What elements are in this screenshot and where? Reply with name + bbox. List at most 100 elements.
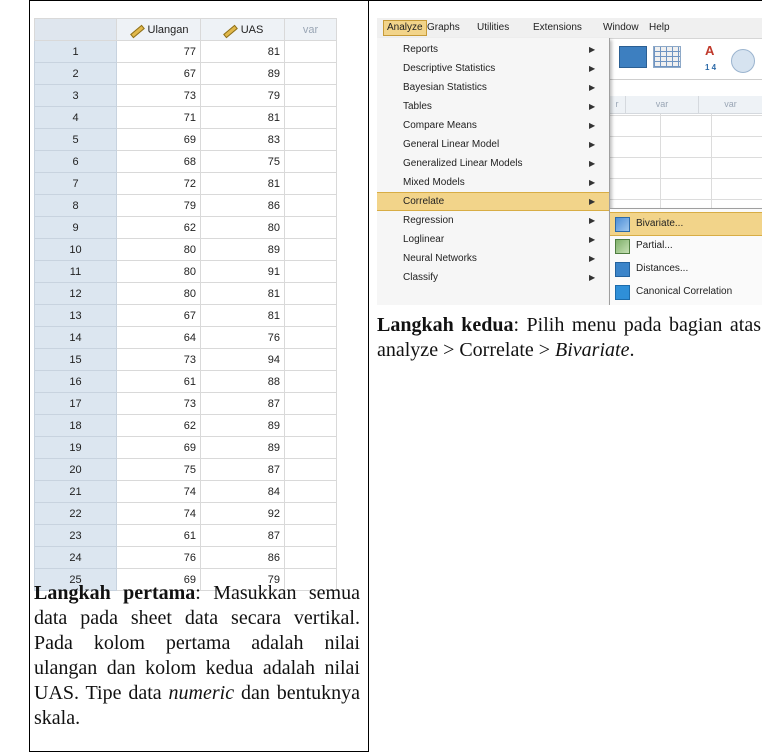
- ulangan-cell[interactable]: 77: [116, 40, 201, 63]
- menu-item-descriptive-statistics[interactable]: Descriptive Statistics ▶: [377, 59, 609, 78]
- ulangan-cell[interactable]: 62: [116, 216, 201, 239]
- uas-cell[interactable]: 89: [200, 238, 285, 261]
- ulangan-cell[interactable]: 73: [116, 392, 201, 415]
- menubar-window[interactable]: Window: [603, 22, 639, 33]
- row-number-cell[interactable]: 2: [34, 62, 117, 85]
- empty-var-cell[interactable]: [284, 326, 337, 349]
- submenu-item-bivariate[interactable]: Bivariate...: [610, 212, 762, 236]
- empty-var-cell[interactable]: [284, 304, 337, 327]
- row-number-cell[interactable]: 18: [34, 414, 117, 437]
- empty-var-cell[interactable]: [284, 260, 337, 283]
- empty-var-cell[interactable]: [284, 524, 337, 547]
- ulangan-cell[interactable]: 61: [116, 524, 201, 547]
- empty-var-cell[interactable]: [284, 40, 337, 63]
- uas-cell[interactable]: 81: [200, 304, 285, 327]
- corner-cell[interactable]: [34, 18, 117, 41]
- uas-cell[interactable]: 83: [200, 128, 285, 151]
- row-number-cell[interactable]: 14: [34, 326, 117, 349]
- ulangan-cell[interactable]: 61: [116, 370, 201, 393]
- ulangan-cell[interactable]: 80: [116, 282, 201, 305]
- row-number-cell[interactable]: 10: [34, 238, 117, 261]
- cell-editor-bar[interactable]: [609, 79, 762, 97]
- empty-var-cell[interactable]: [284, 282, 337, 305]
- empty-var-cell[interactable]: [284, 436, 337, 459]
- menu-item-general-linear-model[interactable]: General Linear Model ▶: [377, 135, 609, 154]
- ulangan-cell[interactable]: 74: [116, 502, 201, 525]
- uas-cell[interactable]: 84: [200, 480, 285, 503]
- empty-var-cell[interactable]: [284, 62, 337, 85]
- row-number-cell[interactable]: 21: [34, 480, 117, 503]
- ulangan-cell[interactable]: 80: [116, 260, 201, 283]
- uas-cell[interactable]: 89: [200, 62, 285, 85]
- uas-cell[interactable]: 76: [200, 326, 285, 349]
- row-number-cell[interactable]: 5: [34, 128, 117, 151]
- uas-cell[interactable]: 81: [200, 106, 285, 129]
- uas-cell[interactable]: 89: [200, 436, 285, 459]
- ulangan-cell[interactable]: 76: [116, 546, 201, 569]
- row-number-cell[interactable]: 3: [34, 84, 117, 107]
- ulangan-cell[interactable]: 68: [116, 150, 201, 173]
- ulangan-cell[interactable]: 80: [116, 238, 201, 261]
- empty-var-cell[interactable]: [284, 216, 337, 239]
- row-number-cell[interactable]: 4: [34, 106, 117, 129]
- uas-cell[interactable]: 89: [200, 414, 285, 437]
- row-number-cell[interactable]: 11: [34, 260, 117, 283]
- menu-item-classify[interactable]: Classify ▶: [377, 268, 609, 287]
- row-number-cell[interactable]: 15: [34, 348, 117, 371]
- row-number-cell[interactable]: 1: [34, 40, 117, 63]
- uas-cell[interactable]: 94: [200, 348, 285, 371]
- menu-item-reports[interactable]: Reports ▶: [377, 40, 609, 59]
- menu-item-regression[interactable]: Regression ▶: [377, 211, 609, 230]
- ulangan-cell[interactable]: 67: [116, 304, 201, 327]
- column-header-uas[interactable]: UAS: [200, 18, 285, 41]
- empty-var-cell[interactable]: [284, 414, 337, 437]
- submenu-item-canonical-correlation[interactable]: Canonical Correlation: [610, 281, 762, 303]
- uas-cell[interactable]: 91: [200, 260, 285, 283]
- column-header-var[interactable]: var: [284, 18, 337, 41]
- ulangan-cell[interactable]: 73: [116, 84, 201, 107]
- row-number-cell[interactable]: 6: [34, 150, 117, 173]
- row-number-cell[interactable]: 23: [34, 524, 117, 547]
- uas-cell[interactable]: 92: [200, 502, 285, 525]
- ulangan-cell[interactable]: 74: [116, 480, 201, 503]
- empty-var-cell[interactable]: [284, 84, 337, 107]
- ulangan-cell[interactable]: 69: [116, 436, 201, 459]
- ulangan-cell[interactable]: 75: [116, 458, 201, 481]
- ulangan-cell[interactable]: 71: [116, 106, 201, 129]
- empty-var-cell[interactable]: [284, 172, 337, 195]
- uas-cell[interactable]: 87: [200, 392, 285, 415]
- ulangan-cell[interactable]: 67: [116, 62, 201, 85]
- data-view-icon[interactable]: [619, 46, 647, 68]
- submenu-item-partial[interactable]: Partial...: [610, 235, 762, 257]
- row-number-cell[interactable]: 8: [34, 194, 117, 217]
- empty-var-cell[interactable]: [284, 238, 337, 261]
- row-number-cell[interactable]: 20: [34, 458, 117, 481]
- uas-cell[interactable]: 87: [200, 524, 285, 547]
- menubar-utilities[interactable]: Utilities: [477, 22, 509, 33]
- menubar-graphs[interactable]: Graphs: [427, 22, 460, 33]
- ulangan-cell[interactable]: 69: [116, 128, 201, 151]
- empty-var-cell[interactable]: [284, 392, 337, 415]
- empty-var-cell[interactable]: [284, 348, 337, 371]
- uas-cell[interactable]: 81: [200, 40, 285, 63]
- row-number-cell[interactable]: 16: [34, 370, 117, 393]
- menu-item-correlate[interactable]: Correlate ▶: [377, 192, 609, 211]
- value-labels-icon[interactable]: A 1 4: [705, 43, 727, 72]
- row-number-cell[interactable]: 19: [34, 436, 117, 459]
- row-number-cell[interactable]: 7: [34, 172, 117, 195]
- uas-cell[interactable]: 80: [200, 216, 285, 239]
- column-header-ulangan[interactable]: Ulangan: [116, 18, 201, 41]
- row-number-cell[interactable]: 12: [34, 282, 117, 305]
- menu-item-loglinear[interactable]: Loglinear ▶: [377, 230, 609, 249]
- row-number-cell[interactable]: 17: [34, 392, 117, 415]
- empty-var-cell[interactable]: [284, 106, 337, 129]
- empty-var-cell[interactable]: [284, 194, 337, 217]
- uas-cell[interactable]: 88: [200, 370, 285, 393]
- uas-cell[interactable]: 75: [200, 150, 285, 173]
- empty-var-cell[interactable]: [284, 502, 337, 525]
- menu-item-neural-networks[interactable]: Neural Networks ▶: [377, 249, 609, 268]
- menubar-help[interactable]: Help: [649, 22, 670, 33]
- menu-item-bayesian-statistics[interactable]: Bayesian Statistics ▶: [377, 78, 609, 97]
- ulangan-cell[interactable]: 73: [116, 348, 201, 371]
- uas-cell[interactable]: 87: [200, 458, 285, 481]
